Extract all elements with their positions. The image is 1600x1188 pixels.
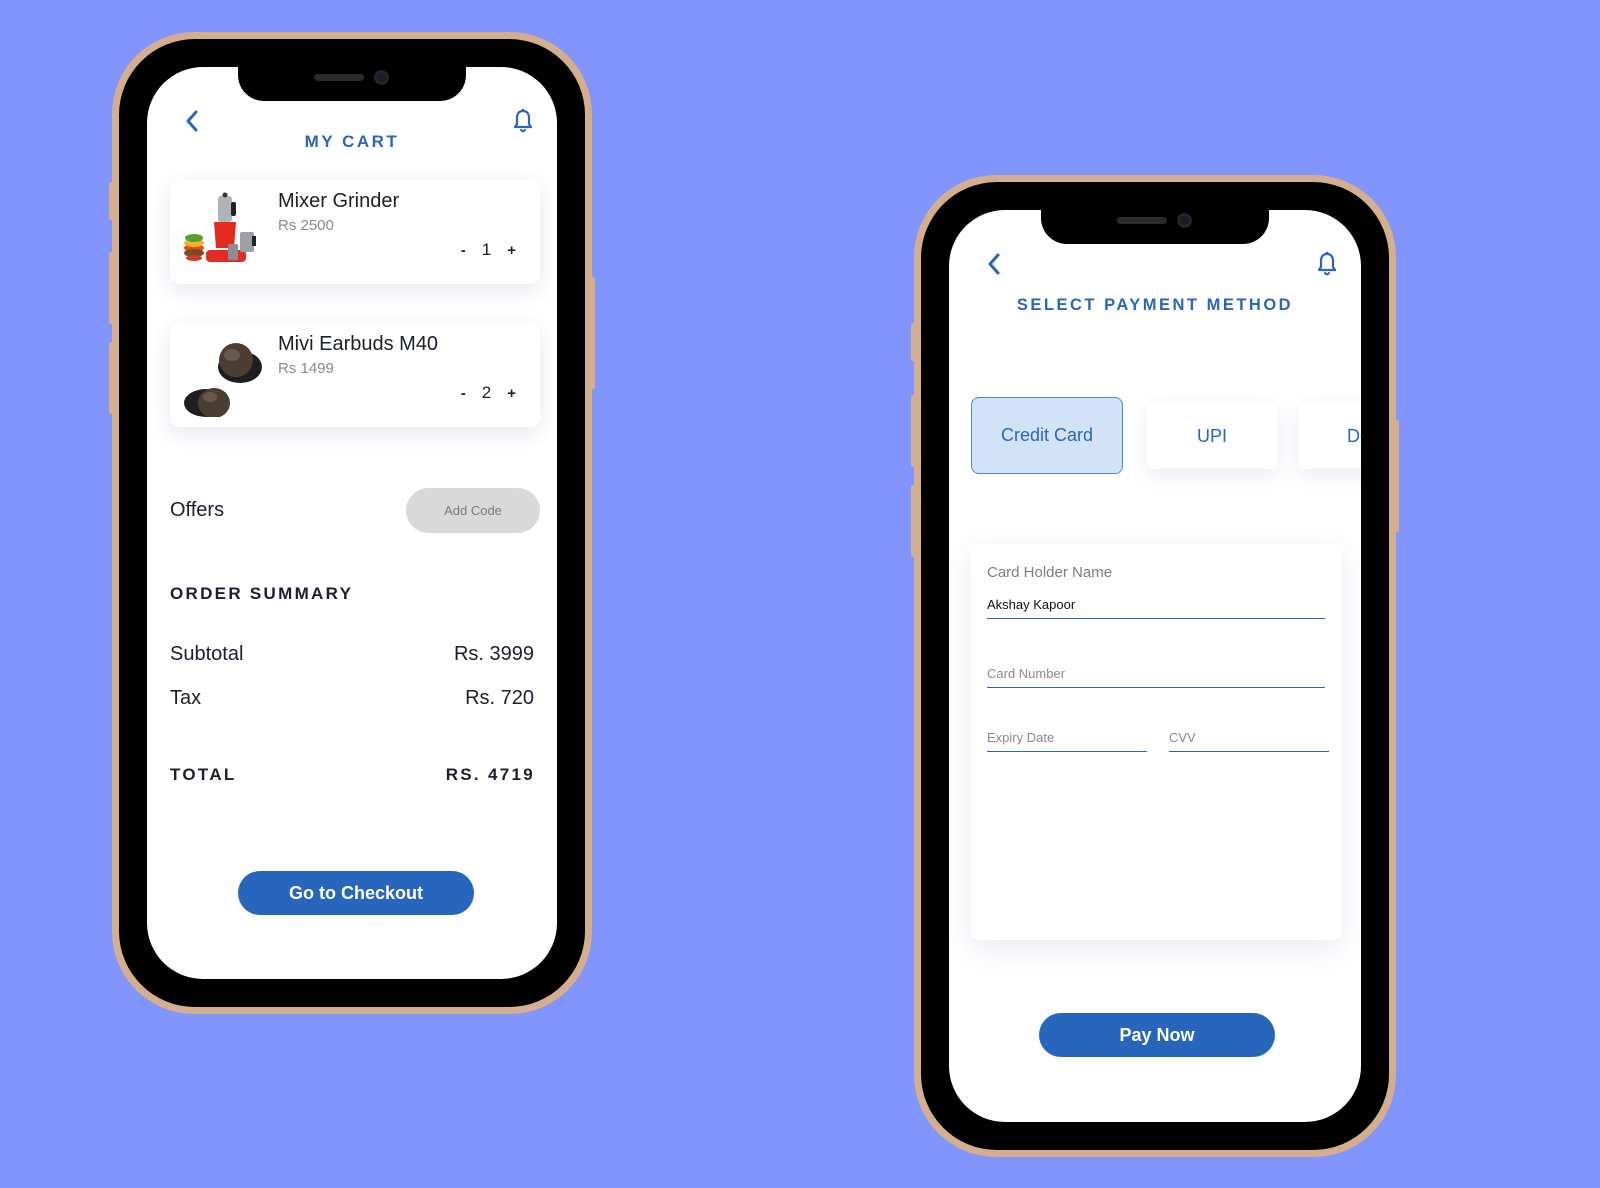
speaker-grill bbox=[314, 74, 364, 81]
card-number-field bbox=[987, 665, 1325, 688]
card-holder-label: Card Holder Name bbox=[987, 564, 1113, 581]
item-price: Rs 2500 bbox=[278, 217, 334, 234]
offers-label: Offers bbox=[170, 499, 225, 521]
quantity-value: 2 bbox=[481, 383, 492, 402]
payment-method-upi[interactable]: UPI bbox=[1147, 403, 1277, 469]
page-title: MY CART bbox=[304, 132, 400, 151]
go-to-checkout-button[interactable]: Go to Checkout bbox=[238, 871, 474, 915]
order-summary-heading: ORDER SUMMARY bbox=[170, 584, 354, 603]
tax-value: Rs. 720 bbox=[465, 687, 534, 709]
phone-side-button bbox=[109, 342, 113, 414]
expiry-date-input[interactable] bbox=[987, 730, 1147, 751]
quantity-stepper: - 2 + bbox=[461, 383, 516, 403]
subtotal-label: Subtotal bbox=[170, 643, 244, 665]
total-label: TOTAL bbox=[170, 765, 237, 784]
earbuds-image bbox=[180, 333, 264, 418]
page-title: SELECT PAYMENT METHOD bbox=[1016, 296, 1294, 314]
payment-phone-frame: SELECT PAYMENT METHOD Credit Card UPI De… bbox=[911, 175, 1399, 1157]
phone-side-button bbox=[109, 252, 113, 324]
speaker-grill bbox=[1117, 217, 1167, 224]
decrement-button[interactable]: - bbox=[461, 385, 466, 402]
increment-button[interactable]: + bbox=[507, 385, 516, 402]
total-value: RS. 4719 bbox=[445, 765, 535, 784]
phone-notch bbox=[1041, 210, 1269, 244]
phone-bezel: MY CART Mixer Grinder Rs 2500 - 1 + Mivi… bbox=[119, 39, 585, 1007]
payment-method-debit-card[interactable]: De bbox=[1299, 403, 1361, 469]
card-holder-input[interactable] bbox=[987, 597, 1325, 618]
notification-button[interactable] bbox=[1312, 249, 1342, 279]
phone-power-button bbox=[1395, 420, 1399, 532]
phone-side-button bbox=[109, 182, 113, 220]
mixer-grinder-image bbox=[180, 190, 264, 274]
phone-side-button bbox=[911, 395, 915, 467]
cart-phone-frame: MY CART Mixer Grinder Rs 2500 - 1 + Mivi… bbox=[109, 32, 595, 1014]
cart-screen: MY CART Mixer Grinder Rs 2500 - 1 + Mivi… bbox=[147, 67, 557, 979]
bell-icon bbox=[513, 108, 533, 133]
payment-method-credit-card[interactable]: Credit Card bbox=[971, 397, 1123, 474]
chevron-left-icon bbox=[988, 253, 1000, 275]
card-holder-field bbox=[987, 596, 1325, 619]
add-code-button[interactable]: Add Code bbox=[406, 488, 540, 533]
bell-icon bbox=[1317, 251, 1337, 276]
front-camera bbox=[374, 70, 389, 85]
card-number-input[interactable] bbox=[987, 666, 1325, 687]
phone-notch bbox=[238, 67, 466, 101]
pay-now-button[interactable]: Pay Now bbox=[1039, 1013, 1275, 1057]
cvv-field bbox=[1169, 729, 1329, 752]
item-name: Mixer Grinder bbox=[278, 190, 400, 212]
quantity-stepper: - 1 + bbox=[461, 240, 516, 260]
phone-bezel: SELECT PAYMENT METHOD Credit Card UPI De… bbox=[921, 182, 1389, 1150]
item-name: Mivi Earbuds M40 bbox=[278, 333, 439, 355]
expiry-date-field bbox=[987, 729, 1147, 752]
payment-screen: SELECT PAYMENT METHOD Credit Card UPI De… bbox=[949, 210, 1361, 1122]
payment-method-label: De bbox=[1347, 425, 1361, 446]
cvv-input[interactable] bbox=[1169, 730, 1329, 751]
increment-button[interactable]: + bbox=[507, 242, 516, 259]
subtotal-value: Rs. 3999 bbox=[453, 643, 534, 665]
phone-side-button bbox=[911, 323, 915, 361]
chevron-left-icon bbox=[186, 110, 198, 132]
card-details-form: Card Holder Name bbox=[971, 544, 1341, 940]
item-price: Rs 1499 bbox=[278, 360, 334, 377]
phone-power-button bbox=[591, 277, 595, 389]
back-button[interactable] bbox=[979, 249, 1009, 279]
phone-side-button bbox=[911, 485, 915, 557]
decrement-button[interactable]: - bbox=[461, 242, 466, 259]
cart-item: Mixer Grinder Rs 2500 - 1 + bbox=[170, 180, 540, 284]
tax-label: Tax bbox=[170, 687, 202, 709]
cart-item: Mivi Earbuds M40 Rs 1499 - 2 + bbox=[170, 323, 540, 427]
quantity-value: 1 bbox=[481, 240, 492, 259]
front-camera bbox=[1177, 213, 1192, 228]
